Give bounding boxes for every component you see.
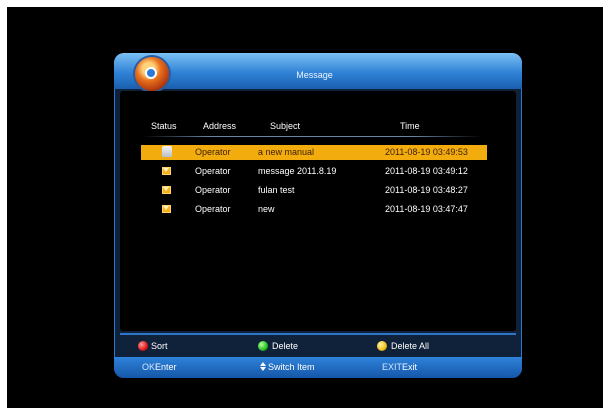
navigation-bar: OKEnter Switch Item EXITExit — [114, 357, 522, 378]
exit-key: EXIT — [382, 362, 403, 372]
yellow-key-icon — [377, 341, 387, 351]
row-time: 2011-08-19 03:49:53 — [385, 147, 468, 157]
mail-icon — [162, 205, 171, 213]
row-subject: message 2011.8.19 — [258, 166, 337, 176]
exit-label: Exit — [402, 362, 418, 372]
message-row-4[interactable]: Operator new 2011-08-19 03:47:47 — [141, 202, 487, 217]
row-address: Operator — [195, 204, 231, 214]
color-key-bar: Sort Delete Delete All — [120, 337, 516, 355]
mail-open-icon — [162, 146, 172, 157]
keybar-divider — [120, 333, 516, 335]
column-header-subject: Subject — [270, 121, 301, 131]
message-row-3[interactable]: Operator fulan test 2011-08-19 03:48:27 — [141, 183, 487, 198]
ok-enter-hint[interactable]: OKEnter — [142, 357, 177, 378]
message-row-1[interactable]: Operator a new manual 2011-08-19 03:49:5… — [141, 145, 487, 160]
mail-icon — [162, 167, 171, 175]
switch-label: Switch Item — [268, 362, 315, 372]
row-time: 2011-08-19 03:48:27 — [385, 185, 468, 195]
row-address: Operator — [195, 166, 231, 176]
row-subject: fulan test — [258, 185, 295, 195]
message-row-2[interactable]: Operator message 2011.8.19 2011-08-19 03… — [141, 164, 487, 179]
red-key-icon — [138, 341, 148, 351]
exit-hint[interactable]: EXITExit — [382, 357, 417, 378]
row-time: 2011-08-19 03:49:12 — [385, 166, 468, 176]
row-subject: new — [258, 204, 275, 214]
delete-all-key-label[interactable]: Delete All — [391, 337, 429, 355]
switch-item-hint[interactable]: Switch Item — [260, 357, 315, 378]
delete-key-label[interactable]: Delete — [272, 337, 298, 355]
column-header-status: Status — [151, 121, 177, 131]
row-time: 2011-08-19 03:47:47 — [385, 204, 468, 214]
column-header-time: Time — [400, 121, 420, 131]
row-address: Operator — [195, 185, 231, 195]
green-key-icon — [258, 341, 268, 351]
ok-label: Enter — [155, 362, 177, 372]
header-divider — [142, 136, 482, 137]
row-subject: a new manual — [258, 147, 315, 157]
ok-key: OK — [142, 362, 156, 372]
mail-icon — [162, 186, 171, 194]
up-down-arrow-icon — [260, 362, 267, 371]
message-window: Message Status Address Subject Time Oper… — [107, 53, 522, 378]
sort-key-label[interactable]: Sort — [151, 337, 168, 355]
window-title: Message — [296, 70, 333, 80]
column-header-address: Address — [203, 121, 237, 131]
row-address: Operator — [195, 147, 231, 157]
